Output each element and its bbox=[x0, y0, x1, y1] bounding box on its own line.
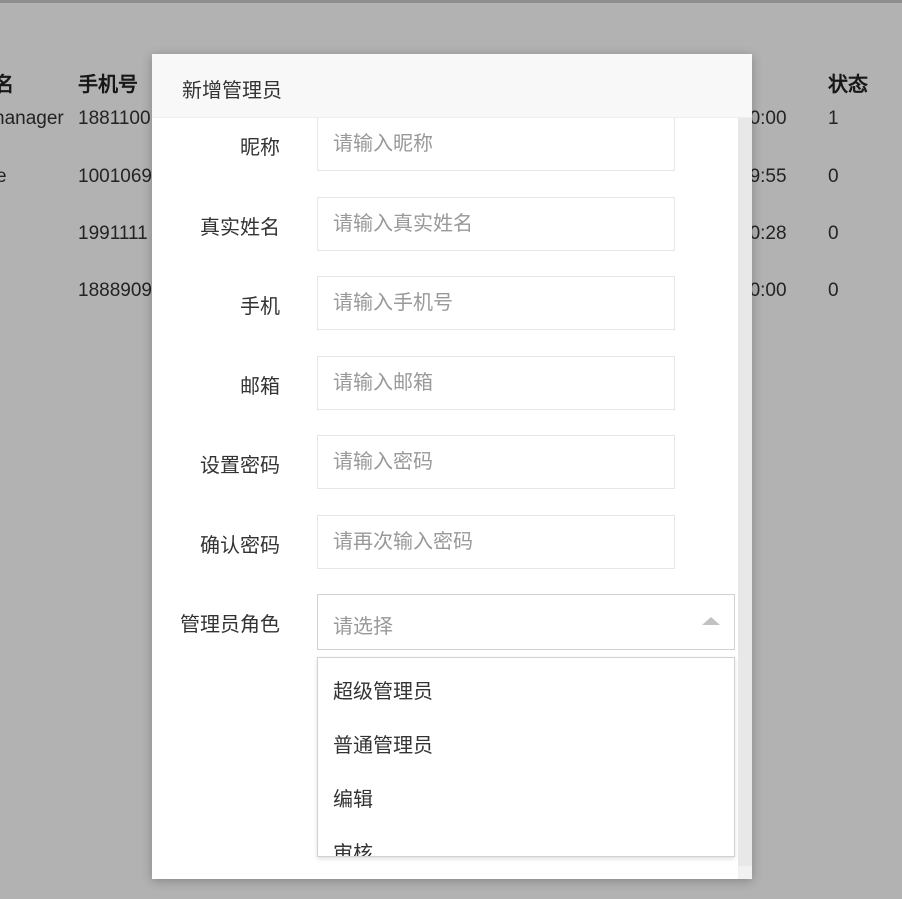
confirm-password-input[interactable] bbox=[317, 515, 675, 569]
form-row-email: 邮箱 bbox=[152, 356, 738, 412]
role-label: 管理员角色 bbox=[180, 614, 280, 636]
role-select[interactable]: 请选择 bbox=[317, 594, 735, 650]
form-row-confirm-password: 确认密码 bbox=[152, 515, 738, 571]
form-row-role: 管理员角色 请选择 bbox=[152, 594, 738, 650]
email-input[interactable] bbox=[317, 356, 675, 410]
realname-label: 真实姓名 bbox=[200, 217, 280, 239]
role-option-normal-admin[interactable]: 普通管理员 bbox=[318, 719, 734, 773]
dialog-header: 新增管理员 bbox=[152, 54, 752, 118]
password-label: 设置密码 bbox=[200, 455, 280, 477]
email-label: 邮箱 bbox=[240, 376, 280, 398]
role-select-placeholder: 请选择 bbox=[333, 616, 393, 638]
confirm-password-label: 确认密码 bbox=[200, 535, 280, 557]
form-row-realname: 真实姓名 bbox=[152, 197, 738, 253]
role-option-super-admin[interactable]: 超级管理员 bbox=[318, 665, 734, 719]
chevron-up-icon[interactable] bbox=[702, 617, 720, 625]
dialog-title: 新增管理员 bbox=[182, 80, 282, 102]
top-divider bbox=[0, 0, 902, 3]
form-row-phone: 手机 bbox=[152, 276, 738, 332]
phone-label: 手机 bbox=[240, 296, 280, 318]
nickname-label: 昵称 bbox=[240, 137, 280, 159]
role-option-editor[interactable]: 编辑 bbox=[318, 773, 734, 827]
scrollbar-thumb[interactable] bbox=[738, 118, 752, 866]
add-admin-dialog: 新增管理员 昵称 真实姓名 手机 邮箱 设置密码 确认密码 管理员角色 bbox=[152, 54, 752, 879]
form-row-password: 设置密码 bbox=[152, 435, 738, 491]
realname-input[interactable] bbox=[317, 197, 675, 251]
nickname-input[interactable] bbox=[317, 118, 675, 171]
phone-input[interactable] bbox=[317, 276, 675, 330]
dialog-body: 昵称 真实姓名 手机 邮箱 设置密码 确认密码 管理员角色 请选择 bbox=[152, 118, 738, 879]
password-input[interactable] bbox=[317, 435, 675, 489]
role-option-reviewer[interactable]: 审核 bbox=[318, 827, 734, 856]
dialog-scrollbar[interactable] bbox=[738, 118, 752, 879]
form-row-nickname: 昵称 bbox=[152, 118, 738, 173]
role-dropdown-menu: 超级管理员 普通管理员 编辑 审核 bbox=[317, 657, 735, 857]
